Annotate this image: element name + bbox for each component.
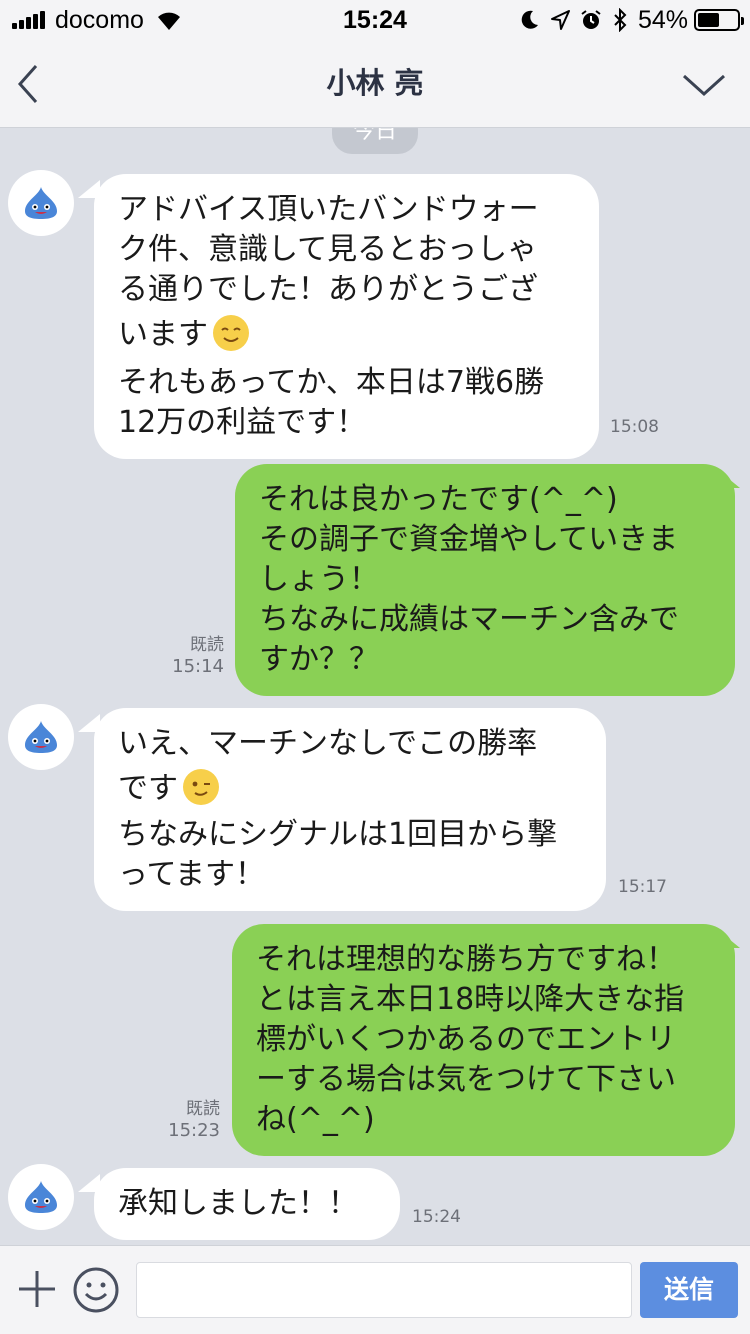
slime-avatar-icon bbox=[25, 1181, 57, 1213]
location-icon bbox=[550, 9, 570, 31]
smiling-face-emoji bbox=[213, 315, 249, 351]
read-receipt: 既読 bbox=[190, 635, 224, 655]
smiley-icon[interactable] bbox=[72, 1266, 120, 1314]
message-time: 15:23 bbox=[168, 1120, 220, 1141]
message-line: それは良かったです(^_^) bbox=[259, 482, 618, 517]
battery-percent: 54% bbox=[637, 5, 688, 34]
message-line: ク件、意識して見るとおっしゃ bbox=[118, 232, 538, 267]
winking-face-emoji bbox=[183, 769, 219, 805]
message-bubble-outgoing[interactable]: それは理想的な勝ち方ですね！ とは言え本日18時以降大きな指 標がいくつかあるの… bbox=[232, 924, 735, 1156]
message-line: る通りでした！ありがとうござ bbox=[118, 272, 538, 307]
message-line: すか？？ bbox=[259, 642, 379, 677]
message-line: ちなみに成績はマーチン含みで bbox=[259, 602, 679, 637]
slime-avatar-icon bbox=[25, 187, 57, 219]
message-line: アドバイス頂いたバンドウォー bbox=[118, 192, 539, 227]
message-input[interactable] bbox=[136, 1262, 632, 1318]
read-receipt: 既読 bbox=[186, 1099, 220, 1119]
chevron-down-icon[interactable] bbox=[682, 70, 726, 100]
message-line: 12万の利益です！ bbox=[118, 405, 367, 440]
message-line: いえ、マーチンなしでこの勝率 bbox=[118, 726, 538, 761]
message-meta: 既読 15:14 bbox=[150, 634, 224, 678]
chat-header: 小林 亮 bbox=[0, 40, 750, 128]
message-line: です bbox=[118, 771, 178, 806]
avatar[interactable] bbox=[8, 1164, 74, 1230]
battery-fill bbox=[698, 13, 719, 27]
message-line: それは理想的な勝ち方ですね！ bbox=[256, 942, 676, 977]
send-button[interactable]: 送信 bbox=[640, 1262, 738, 1318]
date-badge: 今日 bbox=[332, 128, 418, 154]
message-line: 標がいくつかあるのでエントリ bbox=[256, 1022, 676, 1057]
chat-title: 小林 亮 bbox=[326, 66, 424, 100]
status-bar: docomo 15:24 54% bbox=[0, 0, 750, 40]
input-bar: 送信 bbox=[0, 1245, 750, 1334]
message-line: ってます！ bbox=[118, 857, 265, 892]
message-line-with-emoji: います bbox=[118, 314, 575, 355]
message-time: 15:24 bbox=[412, 1207, 461, 1227]
battery-icon bbox=[694, 9, 744, 31]
message-meta: 既読 15:23 bbox=[146, 1098, 220, 1142]
message-bubble-incoming[interactable]: 承知しました！！ bbox=[94, 1168, 400, 1240]
status-right: 54% bbox=[510, 5, 744, 34]
chat-area[interactable]: 今日 アドバイス頂いたバンドウォー ク件、意識して見るとおっしゃ る通りでした！… bbox=[0, 128, 750, 1245]
message-line: います bbox=[118, 317, 208, 352]
message-line: ちなみにシグナルは1回目から撃 bbox=[118, 817, 558, 852]
moon-icon bbox=[520, 9, 540, 31]
message-time: 15:14 bbox=[172, 656, 224, 677]
message-bubble-incoming[interactable]: アドバイス頂いたバンドウォー ク件、意識して見るとおっしゃ る通りでした！ありが… bbox=[94, 174, 599, 459]
message-line: とは言え本日18時以降大きな指 bbox=[256, 982, 685, 1017]
alarm-icon bbox=[580, 9, 602, 31]
message-line: 承知しました！！ bbox=[118, 1186, 358, 1221]
message-bubble-outgoing[interactable]: それは良かったです(^_^) その調子で資金増やしていきま しょう！ ちなみに成… bbox=[235, 464, 735, 696]
message-line: それもあってか、本日は7戦6勝 bbox=[118, 365, 545, 400]
message-line-with-emoji: です bbox=[118, 768, 582, 809]
message-time: 15:08 bbox=[610, 417, 659, 437]
message-line: しょう！ bbox=[259, 562, 379, 597]
message-line: ね(^_^) bbox=[256, 1102, 375, 1137]
avatar[interactable] bbox=[8, 170, 74, 236]
message-line: ーする場合は気をつけて下さい bbox=[256, 1062, 676, 1097]
bluetooth-icon bbox=[612, 8, 628, 32]
message-bubble-incoming[interactable]: いえ、マーチンなしでこの勝率 です ちなみにシグナルは1回目から撃 ってます！ bbox=[94, 708, 606, 911]
slime-avatar-icon bbox=[25, 721, 57, 753]
message-time: 15:17 bbox=[618, 877, 667, 897]
plus-icon[interactable] bbox=[16, 1268, 58, 1310]
avatar[interactable] bbox=[8, 704, 74, 770]
message-line: その調子で資金増やしていきま bbox=[259, 522, 679, 557]
